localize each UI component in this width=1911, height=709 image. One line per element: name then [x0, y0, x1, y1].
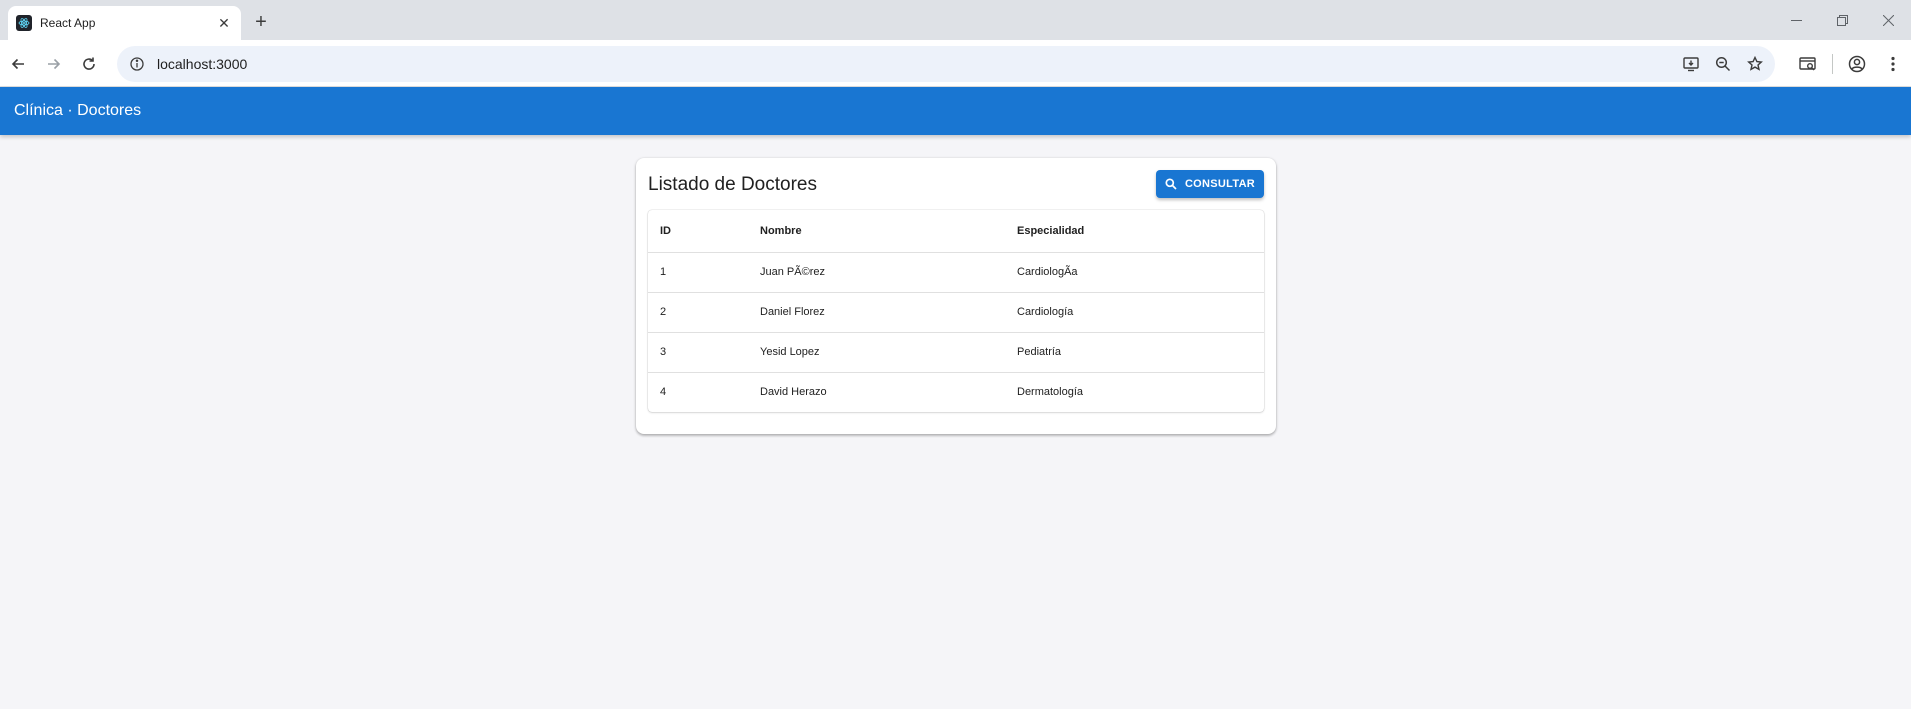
cell-nombre: Juan PÃ©rez — [748, 252, 1005, 293]
table-row[interactable]: 1 Juan PÃ©rez CardiologÃ­a — [648, 252, 1264, 293]
site-info-icon[interactable] — [127, 54, 147, 74]
doctores-table: ID Nombre Especialidad 1 Juan PÃ©rez Car… — [648, 210, 1264, 412]
install-app-icon[interactable] — [1677, 50, 1705, 78]
column-header-id[interactable]: ID — [648, 210, 748, 253]
doctores-card: Listado de Doctores CONSULTAR ID Nombre … — [636, 158, 1276, 434]
close-tab-icon[interactable]: ✕ — [215, 14, 233, 32]
profile-avatar-icon[interactable] — [1839, 46, 1875, 82]
toolbar-actions — [1790, 46, 1911, 82]
close-window-icon[interactable] — [1865, 0, 1911, 40]
search-icon — [1165, 178, 1177, 190]
app-bar: Clínica · Doctores — [0, 87, 1911, 135]
page-title: Listado de Doctores — [648, 174, 817, 195]
tab-title: React App — [40, 16, 96, 30]
cell-nombre: Yesid Lopez — [748, 332, 1005, 373]
react-logo-icon — [16, 15, 32, 31]
cell-id: 4 — [660, 386, 667, 399]
browser-toolbar: localhost:3000 — [0, 40, 1911, 87]
cell-especialidad: CardiologÃ­a — [1005, 252, 1264, 293]
cell-id: 1 — [648, 252, 748, 293]
bookmark-star-icon[interactable] — [1741, 50, 1769, 78]
toolbar-divider — [1832, 54, 1833, 74]
consultar-button-label: CONSULTAR — [1184, 178, 1256, 190]
window-controls — [1773, 0, 1911, 40]
table-row[interactable]: 2 Daniel Florez Cardiología — [648, 292, 1264, 333]
cell-id: 2 — [648, 292, 748, 333]
cell-especialidad: Cardiología — [1005, 292, 1264, 333]
back-icon[interactable] — [4, 50, 32, 78]
table-row[interactable]: 3 Yesid Lopez Pediatría — [648, 332, 1264, 373]
minimize-icon[interactable] — [1773, 0, 1819, 40]
new-tab-icon[interactable]: + — [250, 11, 272, 33]
browser-tab[interactable]: React App ✕ — [8, 6, 241, 40]
reload-icon[interactable] — [75, 50, 103, 78]
zoom-out-icon[interactable] — [1709, 50, 1737, 78]
address-bar-actions — [1677, 46, 1769, 82]
column-header-nombre[interactable]: Nombre — [748, 210, 1005, 253]
more-options-icon[interactable] — [1875, 46, 1911, 82]
forward-icon[interactable] — [40, 50, 68, 78]
table-row[interactable]: 4 David Herazo Dermatología — [648, 372, 1264, 412]
restore-icon[interactable] — [1819, 0, 1865, 40]
doctores-table-container: ID Nombre Especialidad 1 Juan PÃ©rez Car… — [648, 210, 1264, 412]
app-title: Clínica · Doctores — [14, 102, 142, 119]
consultar-button[interactable]: CONSULTAR — [1156, 170, 1264, 198]
address-bar[interactable]: localhost:3000 — [117, 46, 1775, 82]
column-header-especialidad[interactable]: Especialidad — [1005, 210, 1264, 253]
cell-id: 3 — [648, 332, 748, 373]
cell-nombre: David Herazo — [760, 386, 827, 399]
cell-especialidad: Dermatología — [1017, 386, 1084, 399]
tab-search-icon[interactable] — [1790, 46, 1826, 82]
url-text[interactable]: localhost:3000 — [157, 56, 247, 72]
browser-tabstrip: React App ✕ + — [0, 0, 1911, 40]
table-header-row: ID Nombre Especialidad — [648, 210, 1264, 253]
cell-especialidad: Pediatría — [1005, 332, 1264, 373]
cell-nombre: Daniel Florez — [748, 292, 1005, 333]
